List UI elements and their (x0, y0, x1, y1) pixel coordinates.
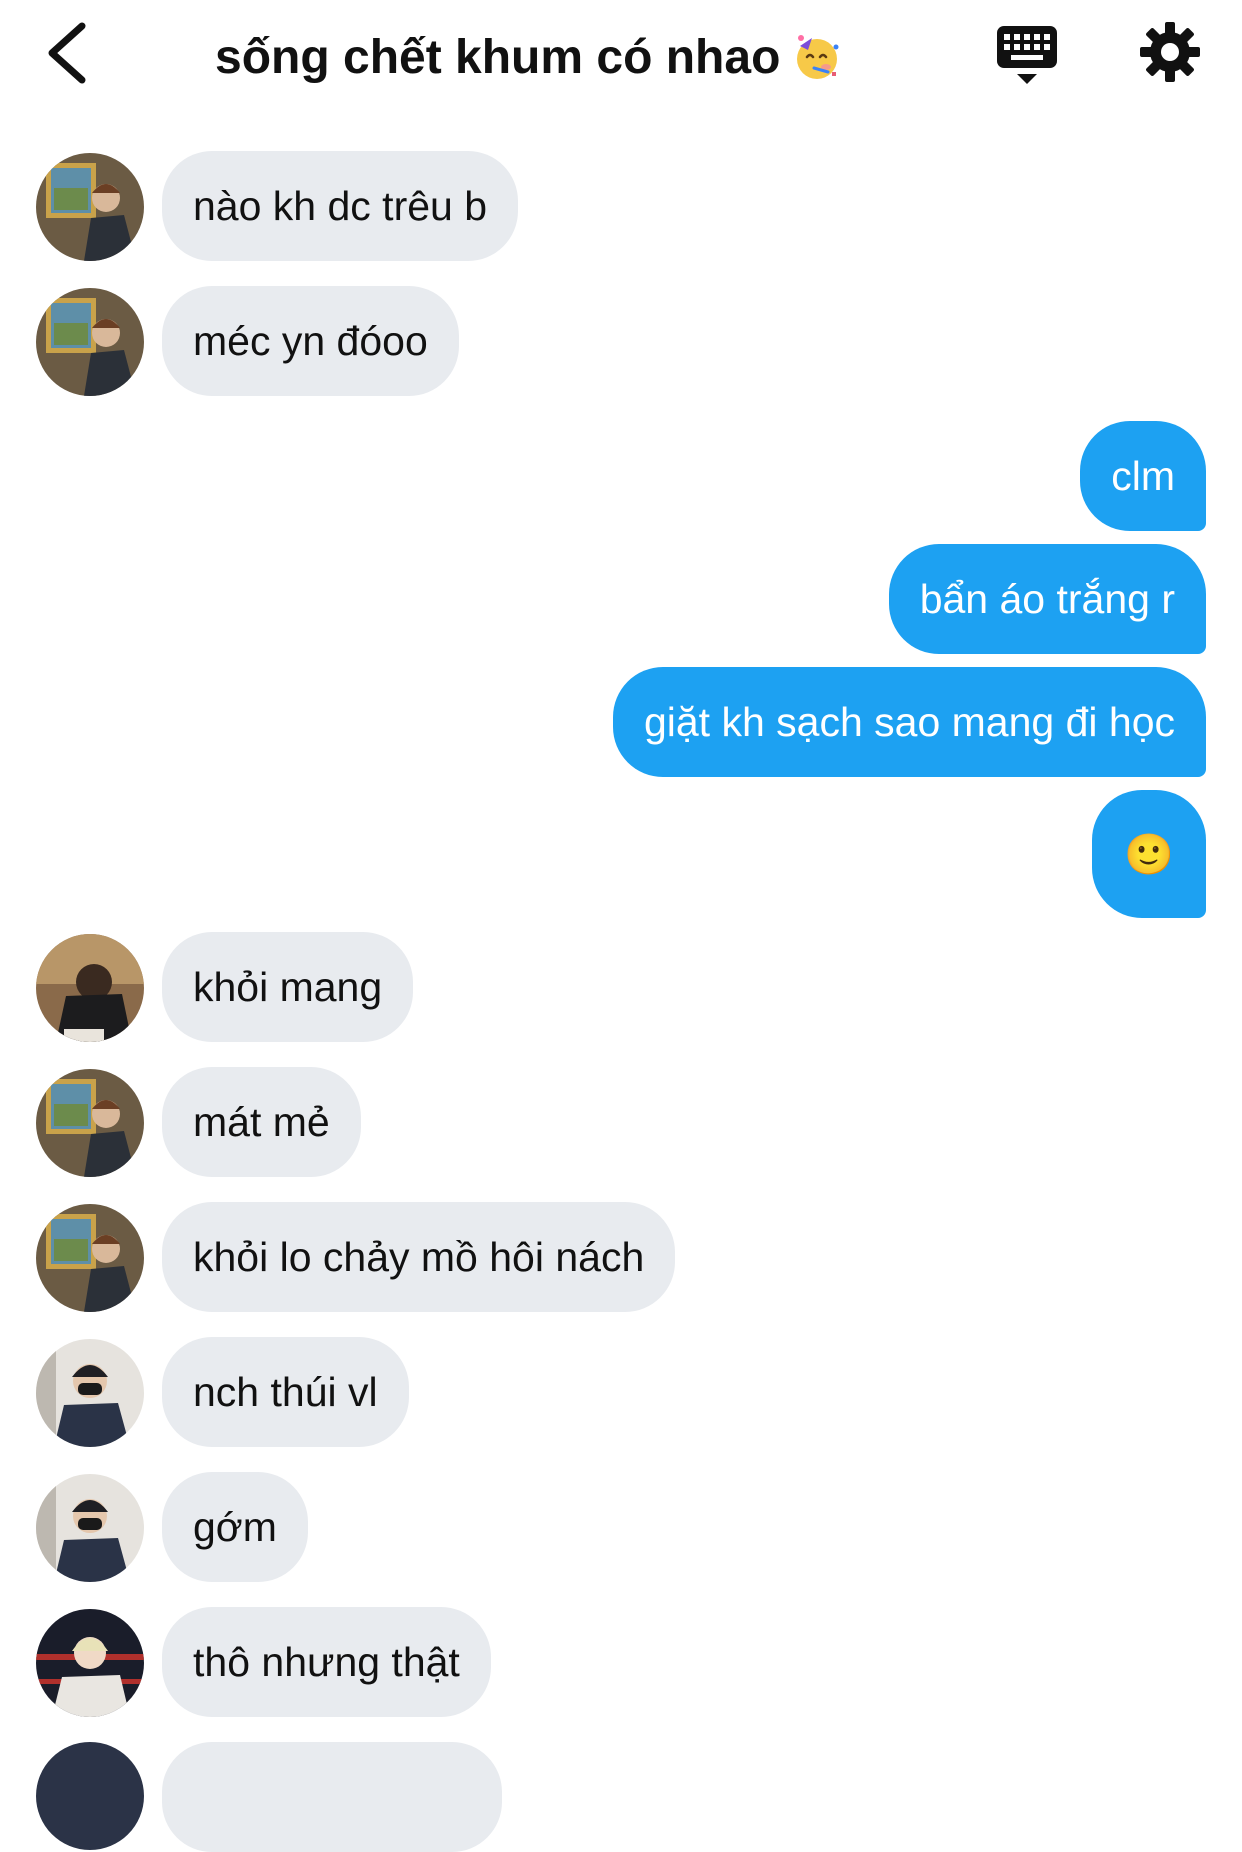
avatar[interactable] (36, 1339, 144, 1447)
avatar-a-image (36, 1204, 144, 1312)
avatar-a-image (36, 288, 144, 396)
message-text: nào kh dc trêu b (193, 182, 488, 229)
conversation-title-text: sống chết khum có nhao (215, 30, 781, 84)
keyboard-button[interactable] (995, 22, 1059, 86)
message-text: gớm (193, 1503, 277, 1550)
avatar-a-image (36, 153, 144, 261)
message-text: khỏi lo chảy mồ hôi nách (193, 1233, 645, 1280)
avatar[interactable] (36, 934, 144, 1042)
message-bubble[interactable]: bẩn áo trắng r (888, 544, 1206, 654)
gear-icon (1140, 22, 1200, 82)
message-text: giặt kh sạch sao mang đi học (643, 698, 1175, 745)
avatar[interactable] (36, 1474, 144, 1582)
message-bubble[interactable]: gớm (162, 1472, 308, 1582)
avatar-a-image (36, 1069, 144, 1177)
message-bubble[interactable]: clm (1080, 421, 1206, 531)
message-bubble-emoji[interactable]: 🙂 (1092, 790, 1206, 918)
keyboard-icon (997, 26, 1057, 84)
message-text: bẩn áo trắng r (919, 575, 1175, 622)
avatar-d-image (36, 1609, 144, 1717)
message-text: khỏi mang (193, 963, 383, 1010)
settings-button[interactable] (1138, 20, 1202, 84)
conversation-title: sống chết khum có nhao (215, 22, 842, 92)
message-text: clm (1111, 452, 1175, 499)
avatar-c-image (36, 1339, 144, 1447)
message-bubble[interactable]: nch thúi vl (162, 1337, 409, 1447)
message-text: méc yn đóoo (193, 317, 428, 364)
avatar[interactable] (36, 1204, 144, 1312)
message-text: mát mẻ (193, 1098, 330, 1145)
avatar[interactable] (36, 1069, 144, 1177)
message-bubble[interactable]: giặt kh sạch sao mang đi học (612, 667, 1206, 777)
message-bubble[interactable]: nào kh dc trêu b (162, 151, 519, 261)
message-text: thô nhưng thật (193, 1638, 460, 1685)
message-bubble[interactable]: khỏi mang (162, 932, 414, 1042)
message-bubble[interactable]: méc yn đóoo (162, 286, 459, 396)
avatar[interactable] (36, 1742, 144, 1850)
avatar[interactable] (36, 1609, 144, 1717)
message-bubble[interactable]: khỏi lo chảy mồ hôi nách (162, 1202, 676, 1312)
message-text: nch thúi vl (193, 1368, 378, 1415)
chevron-left-icon (48, 22, 86, 84)
message-bubble[interactable]: mát mẻ (162, 1067, 361, 1177)
avatar-b-image (36, 934, 144, 1042)
chat-header: sống chết khum có nhao (0, 0, 1242, 110)
back-button[interactable] (40, 18, 100, 88)
message-bubble[interactable]: thô nhưng thật (162, 1607, 491, 1717)
avatar-c-image (36, 1474, 144, 1582)
message-bubble-partial[interactable] (162, 1742, 502, 1852)
avatar[interactable] (36, 153, 144, 261)
message-text: 🙂 (1124, 832, 1174, 877)
avatar[interactable] (36, 288, 144, 396)
partying-face-emoji-icon (797, 35, 839, 79)
